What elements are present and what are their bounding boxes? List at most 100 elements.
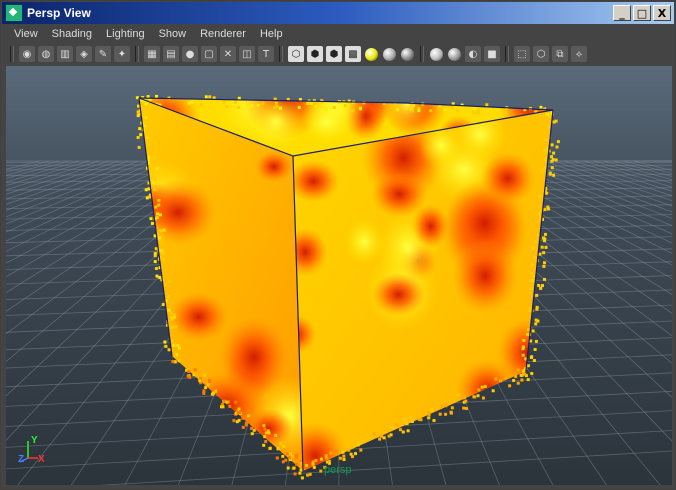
menu-renderer[interactable]: Renderer bbox=[193, 28, 253, 40]
particle-speck bbox=[541, 284, 544, 288]
particle-speck bbox=[187, 101, 191, 105]
particle-speck bbox=[329, 451, 333, 455]
image-plane-icon[interactable]: ▥ bbox=[57, 46, 73, 62]
grid-line bbox=[6, 160, 50, 173]
camera-attributes-icon[interactable]: ◉ bbox=[19, 46, 35, 62]
particle-cube[interactable] bbox=[118, 66, 560, 485]
3d-viewport[interactable]: Y X Z persp bbox=[6, 66, 672, 485]
film-gate-icon[interactable]: ▤ bbox=[163, 46, 179, 62]
2d-pan-zoom-icon[interactable]: ◈ bbox=[76, 46, 92, 62]
gate-mask-icon[interactable]: ▢ bbox=[201, 46, 217, 62]
particle-speck bbox=[295, 462, 299, 466]
hardware-fog-icon[interactable]: ■ bbox=[484, 46, 500, 62]
particle-speck bbox=[155, 274, 159, 278]
shadows-icon[interactable] bbox=[383, 47, 396, 61]
isolate-select-icon[interactable]: ✦ bbox=[114, 46, 130, 62]
motion-blur-icon[interactable] bbox=[430, 47, 443, 61]
particle-speck bbox=[176, 344, 180, 347]
particle-speck bbox=[539, 105, 543, 109]
particle-speck bbox=[279, 441, 282, 445]
particle-speck bbox=[158, 236, 162, 240]
textured-icon[interactable]: ▩ bbox=[345, 46, 361, 62]
xray-active-icon[interactable]: ⬡ bbox=[533, 46, 549, 62]
resolution-gate-icon[interactable]: ● bbox=[182, 46, 198, 62]
particle-speck bbox=[449, 410, 453, 414]
particle-speck bbox=[520, 378, 524, 382]
particle-speck bbox=[156, 212, 159, 216]
particle-speck bbox=[187, 369, 191, 373]
particle-speck bbox=[285, 452, 289, 456]
particle-speck bbox=[207, 378, 211, 382]
camera-bookmark-icon[interactable]: ◍ bbox=[38, 46, 54, 62]
particle-speck bbox=[212, 391, 215, 395]
flat-shade-icon[interactable]: ⬢ bbox=[326, 46, 342, 62]
particle-speck bbox=[473, 107, 476, 111]
particle-speck bbox=[139, 133, 143, 137]
particle-speck bbox=[514, 375, 518, 379]
particle-speck bbox=[263, 427, 267, 431]
toolbar-separator bbox=[420, 46, 424, 62]
particle-speck bbox=[552, 120, 556, 124]
particle-speck bbox=[282, 444, 286, 448]
smooth-shade-icon[interactable]: ⬢ bbox=[307, 46, 323, 62]
particle-speck bbox=[543, 277, 546, 281]
wireframe-icon[interactable]: ⬡ bbox=[288, 46, 304, 62]
axis-y-label: Y bbox=[31, 435, 38, 446]
menu-show[interactable]: Show bbox=[152, 28, 194, 40]
title-bar[interactable]: Persp View _ □ X bbox=[2, 2, 674, 24]
particle-speck bbox=[534, 339, 538, 343]
particle-speck bbox=[220, 405, 223, 409]
use-lights-icon[interactable] bbox=[365, 47, 378, 61]
grid-line bbox=[534, 160, 672, 213]
safe-title-icon[interactable]: T bbox=[258, 46, 274, 62]
particle-speck bbox=[538, 252, 542, 256]
particle-speck bbox=[153, 187, 157, 191]
screen-space-ao-icon[interactable] bbox=[401, 47, 414, 61]
grid-toggle-icon[interactable]: ▦ bbox=[144, 46, 160, 62]
backface-culling-icon[interactable]: ⟡ bbox=[571, 46, 587, 62]
particle-speck bbox=[548, 172, 552, 176]
particle-speck bbox=[150, 221, 154, 225]
grid-line bbox=[6, 160, 149, 218]
particle-speck bbox=[444, 404, 448, 408]
minimize-button[interactable]: _ bbox=[613, 5, 631, 21]
particle-speck bbox=[485, 103, 489, 107]
particle-speck bbox=[522, 339, 526, 342]
particle-speck bbox=[288, 452, 292, 456]
particle-speck bbox=[163, 340, 167, 344]
particle-speck bbox=[430, 408, 434, 412]
particle-speck bbox=[530, 263, 534, 267]
particle-speck bbox=[526, 328, 530, 332]
xray-joints-icon[interactable]: ⧉ bbox=[552, 46, 568, 62]
particle-speck bbox=[250, 432, 254, 436]
particle-speck bbox=[137, 145, 141, 149]
close-button[interactable]: X bbox=[653, 5, 671, 21]
grid-line bbox=[603, 160, 672, 181]
grease-pencil-icon[interactable]: ✎ bbox=[95, 46, 111, 62]
particle-speck bbox=[477, 388, 481, 392]
particle-speck bbox=[545, 191, 549, 195]
xray-icon[interactable]: ⬚ bbox=[514, 46, 530, 62]
menu-view[interactable]: View bbox=[2, 28, 45, 40]
field-chart-icon[interactable]: ✕ bbox=[220, 46, 236, 62]
depth-of-field-icon[interactable]: ◐ bbox=[465, 46, 481, 62]
axis-z-label: Z bbox=[18, 454, 25, 465]
menu-help[interactable]: Help bbox=[253, 28, 290, 40]
particle-speck bbox=[411, 109, 414, 113]
particle-speck bbox=[169, 311, 173, 315]
scene-canvas bbox=[6, 66, 672, 485]
particle-speck bbox=[455, 109, 459, 113]
axis-x-label: X bbox=[38, 454, 45, 465]
particle-speck bbox=[157, 199, 161, 202]
safe-action-icon[interactable]: ◫ bbox=[239, 46, 255, 62]
particle-speck bbox=[526, 364, 530, 368]
particle-speck bbox=[237, 407, 241, 411]
maximize-button[interactable]: □ bbox=[633, 5, 651, 21]
menu-lighting[interactable]: Lighting bbox=[99, 28, 152, 40]
multisample-icon[interactable] bbox=[448, 47, 461, 61]
particle-speck bbox=[238, 411, 242, 415]
particle-speck bbox=[405, 422, 409, 426]
particle-speck bbox=[175, 353, 179, 357]
window-controls: _ □ X bbox=[613, 5, 671, 21]
menu-shading[interactable]: Shading bbox=[45, 28, 99, 40]
